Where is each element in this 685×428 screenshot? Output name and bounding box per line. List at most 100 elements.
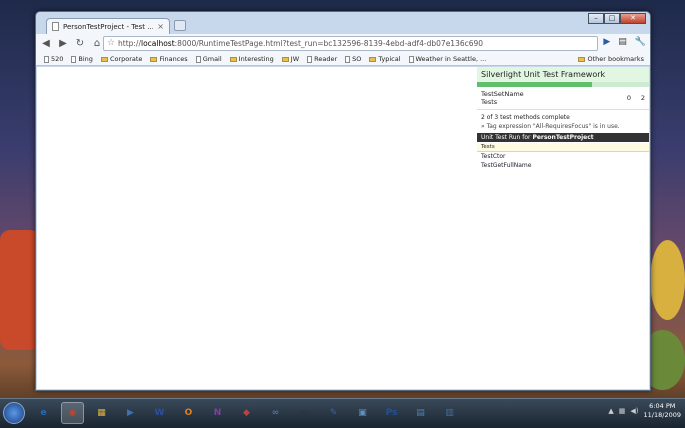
bookmark-label: JW	[290, 55, 300, 63]
test-item[interactable]: TestGetFullName	[477, 161, 649, 170]
forward-icon[interactable]: ▶	[58, 38, 68, 49]
run-label: Unit Test Run for	[481, 134, 531, 141]
bookmark-item[interactable]: Gmail	[195, 55, 222, 63]
taskbar-app-icon[interactable]: Ps	[380, 402, 403, 424]
folder-icon	[281, 56, 289, 62]
page-icon	[408, 55, 414, 63]
bookmarks-bar: 520 Bing Corporate Finances Gmail Interesting…	[36, 53, 650, 66]
count-b: 2	[640, 94, 645, 102]
folder-icon	[369, 56, 377, 62]
taskbar-app-icon[interactable]: ∞	[264, 402, 287, 424]
bookmark-item[interactable]: Corporate	[100, 55, 143, 63]
summary-row: TestSetName Tests 0 2	[477, 87, 649, 106]
taskbar-app-icon[interactable]: ▭	[293, 402, 316, 424]
title-bar: PersonTestProject - Test ... × – □ ✕	[36, 12, 650, 34]
bookmark-label: Corporate	[109, 55, 143, 63]
start-button[interactable]	[3, 402, 25, 424]
clock[interactable]: 6:04 PM 11/18/2009	[644, 402, 681, 420]
page-menu-icon[interactable]: ▤	[618, 37, 627, 47]
page-icon	[345, 55, 351, 63]
taskbar-app-icon[interactable]: e	[32, 402, 55, 424]
taskbar-app-icon[interactable]: ▣	[351, 402, 374, 424]
count-a: 0	[626, 94, 631, 102]
taskbar-app-icon[interactable]: ▦	[90, 402, 113, 424]
browser-window: PersonTestProject - Test ... × – □ ✕ ◀ ▶…	[35, 11, 651, 391]
reload-icon[interactable]: ↻	[75, 38, 85, 49]
run-header: Unit Test Run for PersonTestProject	[477, 133, 649, 142]
tests-tab[interactable]: Tests	[477, 143, 649, 152]
tag-expression: » Tag expression "All-RequiresFocus" is …	[481, 123, 620, 130]
star-icon[interactable]: ☆	[107, 38, 115, 48]
system-tray: ▲ ▦ ◀) 6:04 PM 11/18/2009	[608, 402, 681, 420]
bookmark-item[interactable]: Bing	[71, 55, 93, 63]
test-list: TestCtor TestGetFullName	[477, 152, 649, 170]
bookmark-label: SO	[352, 55, 362, 63]
bookmark-label: Weather in Seattle, ...	[415, 55, 487, 63]
bookmark-label: Bing	[78, 55, 93, 63]
minimize-button[interactable]: –	[588, 13, 604, 24]
tab-title: PersonTestProject - Test ...	[63, 22, 154, 31]
framework-title: Silverlight Unit Test Framework	[477, 67, 649, 82]
clock-time: 6:04 PM	[649, 402, 676, 410]
back-icon[interactable]: ◀	[41, 38, 51, 49]
bookmark-item[interactable]: Interesting	[229, 55, 274, 63]
folder-icon	[578, 56, 586, 62]
taskbar-app-icon[interactable]: N	[206, 402, 229, 424]
summary-column-label: TestSetName	[481, 90, 524, 98]
bookmark-item[interactable]: Typical	[369, 55, 401, 63]
window-controls: – □ ✕	[588, 13, 646, 24]
page-icon	[307, 55, 313, 63]
taskbar-app-icon[interactable]: ▤	[409, 402, 432, 424]
tray-volume-icon[interactable]: ◀)	[630, 407, 638, 415]
bookmark-label: Gmail	[202, 55, 222, 63]
bookmark-label: Reader	[314, 55, 338, 63]
browser-tab[interactable]: PersonTestProject - Test ... ×	[46, 18, 170, 34]
taskbar-app-icon[interactable]: ▥	[438, 402, 461, 424]
progress-fill	[477, 82, 593, 87]
tray-network-icon[interactable]: ▦	[619, 407, 626, 415]
toolbar-right: ▶ ▤ 🔧	[603, 37, 646, 47]
bookmark-item[interactable]: 520	[44, 55, 63, 63]
toolbar: ◀ ▶ ↻ ⌂ ☆ http://localhost:8000/RuntimeT…	[36, 34, 650, 53]
taskbar-app-icon[interactable]: W	[148, 402, 171, 424]
page-content: Silverlight Unit Test Framework TestSetN…	[37, 67, 649, 389]
tray-arrow-icon[interactable]: ▲	[608, 407, 613, 415]
bookmark-label: Typical	[378, 55, 401, 63]
maximize-button[interactable]: □	[604, 13, 620, 24]
wallpaper-blob	[650, 240, 685, 320]
page-icon	[52, 22, 59, 31]
address-path: :8000/RuntimeTestPage.html?test_run=bc13…	[174, 39, 484, 48]
other-bookmarks[interactable]: Other bookmarks	[578, 55, 644, 63]
address-bar[interactable]: ☆ http://localhost:8000/RuntimeTestPage.…	[103, 36, 598, 51]
taskbar-app-icon[interactable]: ▶	[119, 402, 142, 424]
close-button[interactable]: ✕	[620, 13, 646, 24]
new-tab-button[interactable]	[174, 20, 186, 31]
folder-icon	[229, 56, 237, 62]
go-icon[interactable]: ▶	[603, 37, 610, 47]
bookmark-label: Interesting	[238, 55, 274, 63]
clock-date: 11/18/2009	[643, 411, 681, 419]
summary-row-label: Tests	[481, 98, 498, 106]
taskbar-app-icon[interactable]: ◉	[61, 402, 84, 424]
bookmark-item[interactable]: SO	[345, 55, 361, 63]
home-icon[interactable]: ⌂	[92, 38, 102, 49]
bookmark-item[interactable]: Reader	[307, 55, 337, 63]
bookmark-item[interactable]: Finances	[150, 55, 188, 63]
bookmark-item[interactable]: JW	[281, 55, 300, 63]
taskbar-app-icon[interactable]: ◆	[235, 402, 258, 424]
bookmark-label: 520	[51, 55, 64, 63]
test-item[interactable]: TestCtor	[477, 152, 649, 161]
taskbar-app-icon[interactable]: O	[177, 402, 200, 424]
address-host: localhost	[140, 39, 175, 48]
tab-close-icon[interactable]: ×	[157, 22, 164, 31]
divider	[477, 109, 649, 110]
progress-bar	[477, 82, 649, 87]
status-text: 2 of 3 test methods complete	[481, 114, 570, 121]
page-icon	[44, 55, 49, 63]
bookmark-label: Finances	[159, 55, 188, 63]
taskbar-app-icon[interactable]: ✎	[322, 402, 345, 424]
tools-menu-icon[interactable]: 🔧	[635, 37, 646, 47]
page-icon	[71, 55, 77, 63]
folder-icon	[100, 56, 108, 62]
bookmark-item[interactable]: Weather in Seattle, ...	[408, 55, 487, 63]
